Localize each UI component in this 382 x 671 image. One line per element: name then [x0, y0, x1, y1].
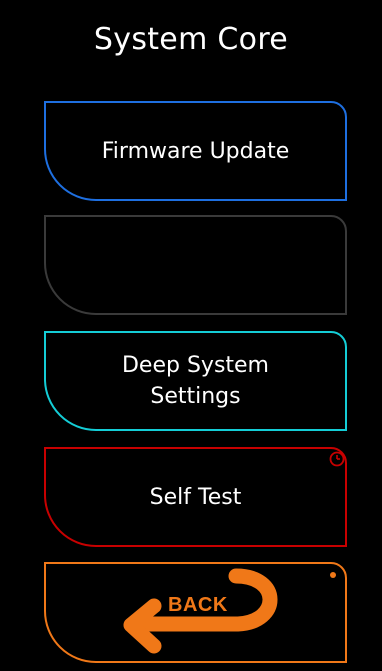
dot-indicator — [330, 572, 336, 578]
firmware-update-label: Firmware Update — [101, 138, 290, 164]
back-label: BACK — [168, 594, 228, 616]
clock-icon — [329, 451, 345, 467]
self-test-button[interactable]: Self Test — [44, 447, 347, 547]
screen-title: System Core — [93, 22, 289, 57]
back-button[interactable]: BACK — [44, 562, 347, 663]
self-test-label: Self Test — [149, 484, 242, 510]
deep-system-settings-label: Deep System Settings — [121, 353, 269, 409]
firmware-update-button[interactable]: Firmware Update — [44, 101, 347, 201]
empty-slot-button[interactable] — [44, 215, 347, 315]
deep-system-settings-button[interactable]: Deep System Settings — [44, 331, 347, 431]
